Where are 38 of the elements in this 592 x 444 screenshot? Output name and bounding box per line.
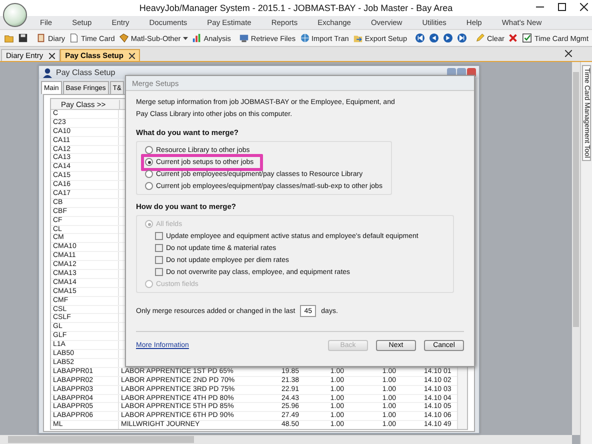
close-icon[interactable] <box>565 50 572 57</box>
folder-icon <box>4 33 14 43</box>
floppy-disk-button[interactable] <box>16 31 30 45</box>
horizontal-scrollbar[interactable] <box>0 435 572 444</box>
radio-button[interactable] <box>145 170 153 178</box>
radio-button[interactable] <box>145 158 153 166</box>
globe-icon <box>300 33 310 43</box>
maximize-icon[interactable] <box>558 3 566 11</box>
skip-back-button[interactable] <box>413 31 427 45</box>
close-icon[interactable] <box>129 52 136 58</box>
back-arrow-icon <box>429 33 439 43</box>
skip-forward-icon <box>457 33 467 43</box>
pencil-icon <box>475 33 485 43</box>
checkbox[interactable] <box>155 244 163 252</box>
document-icon <box>69 33 80 43</box>
window-title: Pay Class Setup <box>56 68 116 77</box>
back-arrow-button[interactable] <box>427 31 441 45</box>
bar-chart-icon <box>192 33 202 43</box>
radio-button[interactable] <box>145 146 153 154</box>
person-icon <box>43 68 52 78</box>
bundle-icon <box>118 33 129 43</box>
vertical-scrollbar[interactable] <box>572 62 580 435</box>
checkbox[interactable] <box>155 232 163 240</box>
skip-forward-button[interactable] <box>455 31 469 45</box>
delete-icon <box>508 33 518 43</box>
play-arrow-icon <box>443 33 453 43</box>
skip-back-icon <box>415 33 425 43</box>
close-icon[interactable] <box>580 3 588 11</box>
folder-arrow-icon <box>352 33 363 43</box>
play-arrow-button[interactable] <box>441 31 455 45</box>
checklist-icon <box>522 33 532 43</box>
radio-button[interactable] <box>145 182 153 190</box>
window-title: HeavyJob/Manager System - 2015.1 - JOBMAST-BAY - Job Master - Bay Area <box>139 3 453 13</box>
book-icon <box>36 33 46 43</box>
checkbox[interactable] <box>155 256 163 264</box>
monitor-icon <box>238 33 249 43</box>
checkbox[interactable] <box>155 268 163 276</box>
close-icon[interactable] <box>49 52 56 58</box>
